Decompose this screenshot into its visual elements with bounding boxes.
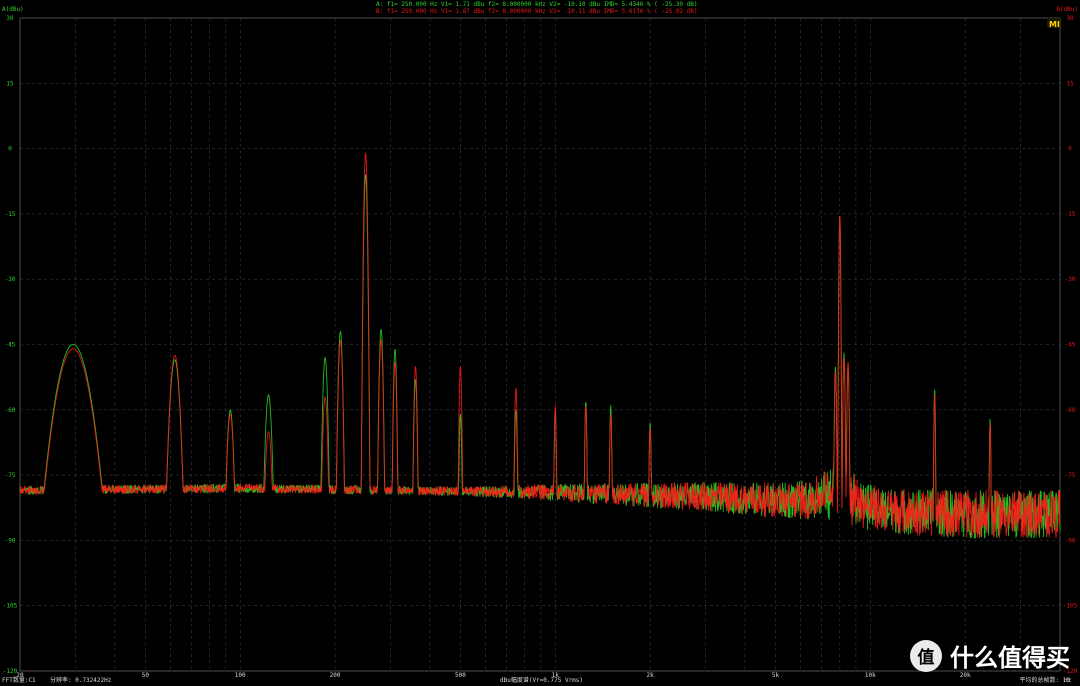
x-axis-title: dBu幅度谱(Vr=0.775 Vrms): [500, 676, 583, 684]
mi-badge: MI: [1049, 20, 1060, 29]
x-tick-label: 50: [142, 672, 150, 679]
y-tick-label-right: -90: [1065, 537, 1076, 544]
y-tick-label-left: 30: [6, 15, 14, 22]
frequency-resolution: 分辨率: 0.732422Hz: [50, 676, 112, 684]
x-tick-label: 200: [330, 672, 341, 679]
x-tick-label: 10k: [865, 672, 876, 679]
y-tick-label-left: -45: [5, 342, 16, 349]
channel-a-readout: A: f1= 250.000 Hz V1= 1.71 dBu f2= 8.000…: [376, 1, 698, 8]
x-tick-label: 20k: [960, 672, 971, 679]
watermark-logo-glyph: 值: [918, 647, 935, 668]
fft-spectrum-chart: 30 30 15 15 0 0 -15 -15 -30 -30 -45 -45 -60 -60 -75 -75…: [0, 0, 1080, 686]
fft-channel-count: FFT数量:C1: [2, 676, 36, 684]
y-tick-label-left: -15: [5, 211, 16, 218]
chart-background: [0, 0, 1080, 686]
channel-b-readout: B: f1= 250.000 Hz V1= 1.87 dBu f2= 8.000…: [376, 8, 698, 15]
y-tick-label-left: -105: [3, 603, 18, 610]
y-tick-label-right: -30: [1065, 276, 1076, 283]
y-tick-label-left: -90: [5, 537, 16, 544]
average-frames: 平均的总帧数: 10: [1020, 676, 1071, 684]
x-tick-label: 100: [235, 672, 246, 679]
y-tick-label-right: -105: [1063, 603, 1078, 610]
y-tick-label-left: 0: [8, 146, 12, 153]
y-tick-label-left: -30: [5, 276, 16, 283]
y-tick-label-right: -75: [1065, 472, 1076, 479]
y-tick-label-right: -45: [1065, 342, 1076, 349]
y-tick-label-right: 0: [1068, 146, 1072, 153]
watermark-text: 什么值得买: [950, 644, 1070, 672]
y-tick-label-left: 15: [6, 80, 14, 87]
watermark: 值 什么值得买: [910, 640, 1070, 672]
y-tick-label-right: -15: [1065, 211, 1076, 218]
y-tick-label-left: -120: [3, 668, 18, 675]
y-tick-label-right: -60: [1065, 407, 1076, 414]
y-tick-label-right: 30: [1066, 15, 1074, 22]
y-tick-label-right: 15: [1066, 80, 1074, 87]
x-tick-label: 500: [455, 672, 466, 679]
x-tick-label: 2k: [646, 672, 654, 679]
x-axis-unit: Hz: [1064, 677, 1072, 684]
y-tick-label-left: -60: [5, 407, 16, 414]
left-axis-unit: A(dBu): [2, 6, 24, 13]
x-tick-label: 5k: [772, 672, 780, 679]
y-tick-label-left: -75: [5, 472, 16, 479]
right-axis-unit: B(dBu): [1056, 6, 1078, 13]
